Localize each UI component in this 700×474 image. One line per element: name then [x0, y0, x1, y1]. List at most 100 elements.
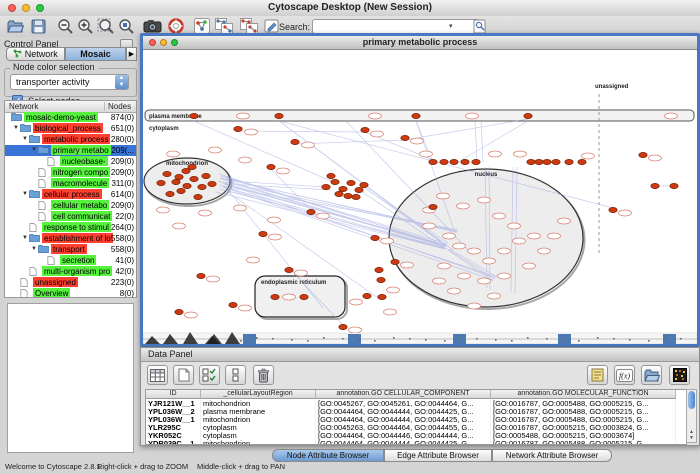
notes-button[interactable]: [587, 365, 608, 385]
svg-text:endoplasmic reticulum: endoplasmic reticulum: [261, 280, 326, 286]
tree-row-cell-communicat[interactable]: cell communicat22(0): [5, 211, 136, 222]
zoom-out-button[interactable]: [55, 17, 75, 35]
app-title: Cytoscape Desktop (New Session): [0, 2, 700, 13]
table-row-YPL036W__1-cell-1[interactable]: mitochondrion: [201, 416, 316, 424]
table-row-YPL036W__2-cell-0[interactable]: YPL036W__2: [146, 408, 201, 416]
search-input[interactable]: [312, 19, 480, 34]
table-row-YJR121W__1-cell-0[interactable]: YJR121W__1: [146, 400, 201, 408]
tree-row-label: macromolecule: [51, 178, 109, 188]
tree-row-label: transport: [51, 244, 87, 254]
expand-arrow-icon[interactable]: ▼: [22, 235, 28, 241]
tree-row-primary-metabo[interactable]: ▼primary metabo209(...: [5, 145, 136, 156]
table-row-YLR295C-cell-3[interactable]: [GO:0016787, GO:0005215, GO:0003824, G..…: [491, 424, 676, 432]
table-row-YKR052C-cell-3[interactable]: [GO:0005488, GO:0005215, GO:0003674]: [491, 432, 676, 440]
tab-node-attribute-browser[interactable]: Node Attribute Browser: [272, 449, 384, 462]
zoom-selected-button[interactable]: [116, 17, 136, 35]
table-row-YDR039C__1-cell-1[interactable]: mitochondrion: [201, 440, 316, 445]
table-row-YLR295C-cell-0[interactable]: YLR295C: [146, 424, 201, 432]
expand-arrow-icon[interactable]: ▼: [13, 125, 19, 131]
tree-row-overview[interactable]: Overview8(0): [5, 288, 136, 298]
table-row-YDR039C__1-cell-0[interactable]: YDR039C__1: [146, 440, 201, 445]
table-row-YLR295C-cell-1[interactable]: cytoplasm: [201, 424, 316, 432]
zoom-in-button[interactable]: [75, 17, 95, 35]
tree-row-macromolecule[interactable]: macromolecule311(0): [5, 178, 136, 189]
mosaic-lower-panel: [7, 303, 134, 453]
tree-row-transport[interactable]: ▼transport558(0): [5, 244, 136, 255]
select-attributes-button[interactable]: [199, 365, 220, 385]
svg-text:f(x): f(x): [619, 371, 630, 380]
graph-svg[interactable]: plasma membranemitochondrionnucleusendop…: [143, 50, 697, 344]
folder-icon: [29, 135, 40, 143]
lifebuoy-icon: [168, 18, 184, 34]
network-canvas[interactable]: plasma membranemitochondrionnucleusendop…: [143, 50, 697, 344]
table-row-YKR052C-cell-2[interactable]: [GO:0044464, GO:0044446, GO:0044444, G..…: [316, 432, 491, 440]
node-color-dropdown[interactable]: transporter activity: [10, 74, 129, 90]
table-scrollbar[interactable]: ▲ ▼: [686, 389, 697, 443]
search-dropdown-arrow-icon[interactable]: ▾: [449, 22, 453, 30]
save-session-button[interactable]: [28, 17, 48, 35]
two-networks-blue-icon: [215, 18, 233, 35]
tree-row-response-to-stimul[interactable]: response to stimul264(0): [5, 222, 136, 233]
tab-network[interactable]: Network: [6, 47, 65, 61]
dropdown-arrows-icon[interactable]: ▲▼: [115, 75, 128, 89]
tree-row-cellular-process[interactable]: ▼cellular process614(0): [5, 189, 136, 200]
unselect-attributes-button[interactable]: [225, 365, 246, 385]
tree-row-label: cell communicat: [51, 211, 112, 221]
column-header-0[interactable]: ID: [146, 390, 201, 399]
table-row-YPL036W__2-cell-3[interactable]: [GO:0016787, GO:0005488, GO:0005215, G..…: [491, 408, 676, 416]
table-row-YPL036W__2-cell-2[interactable]: [GO:0044464, GO:0044444, GO:0044425, G..…: [316, 408, 491, 416]
tree-row-node-count: 8(0): [120, 288, 134, 298]
tab-overflow-arrow[interactable]: ▶: [126, 47, 137, 61]
tree-row-metabolic-process[interactable]: ▼metabolic process280(0): [5, 134, 136, 145]
delete-attribute-button[interactable]: [253, 365, 274, 385]
folder-icon: [11, 113, 22, 121]
folder-icon: [38, 146, 49, 154]
table-row-YKR052C-cell-1[interactable]: cytoplasm: [201, 432, 316, 440]
table-row-YLR295C-cell-2[interactable]: [GO:0045263, GO:0044464, GO:0044455, G..…: [316, 424, 491, 432]
formula-builder-button[interactable]: f(x): [614, 365, 635, 385]
tree-row-secretion[interactable]: secretion41(0): [5, 255, 136, 266]
zoom-fit-button[interactable]: [96, 17, 116, 35]
table-row-YJR121W__1-cell-1[interactable]: mitochondrion: [201, 400, 316, 408]
table-row-YPL036W__2-cell-1[interactable]: plasma membrane: [201, 408, 316, 416]
column-header-3[interactable]: annotation.GO MOLECULAR_FUNCTION: [491, 390, 676, 399]
expand-arrow-icon[interactable]: ▼: [22, 136, 28, 142]
tab-edge-attribute-browser[interactable]: Edge Attribute Browser: [384, 449, 492, 462]
open-session-button[interactable]: [5, 17, 25, 35]
file-icon: [20, 289, 28, 298]
table-row-YDR039C__1-cell-2[interactable]: [GO:0044464, GO:0044444, GO:0044425, G..…: [316, 440, 491, 445]
tab-network-attribute-browser[interactable]: Network Attribute Browser: [492, 449, 612, 462]
expand-arrow-icon[interactable]: ▼: [22, 191, 28, 197]
status-welcome: Welcome to Cytoscape 2.8.1: [5, 462, 101, 471]
tree-row-cellular-metabo[interactable]: cellular metabo209(0): [5, 200, 136, 211]
network-window-titlebar[interactable]: primary metabolic process: [143, 36, 697, 50]
import-attributes-button[interactable]: [641, 365, 662, 385]
tab-mosaic[interactable]: Mosaic: [65, 47, 126, 61]
table-row-YKR052C-cell-0[interactable]: YKR052C: [146, 432, 201, 440]
data-panel-titlebar[interactable]: Data Panel: [141, 348, 699, 362]
matrix-view-button[interactable]: [669, 365, 690, 385]
tree-row-nitrogen-compo[interactable]: nitrogen compo209(0): [5, 167, 136, 178]
tree-row-unassigned[interactable]: unassigned223(0): [5, 277, 136, 288]
new-page-icon: [178, 368, 190, 382]
table-row-YJR121W__1-cell-3[interactable]: [GO:0016787, GO:0005488, GO:0005215, G..…: [491, 400, 676, 408]
column-header-1[interactable]: _cellularLayoutRegion: [201, 390, 316, 399]
scrollbar-thumb[interactable]: [688, 391, 695, 409]
table-row-YPL036W__1-cell-0[interactable]: YPL036W__1: [146, 416, 201, 424]
table-row-YDR039C__1-cell-3[interactable]: [GO:0016787, GO:0005488, GO:0005215, G..…: [491, 440, 676, 445]
data-panel-window: Data Panel f(x) ID_cellularLayoutRegiona…: [140, 347, 700, 446]
tree-row-multi-organism-pro[interactable]: multi-organism pro42(0): [5, 266, 136, 277]
expand-arrow-icon[interactable]: ▼: [31, 246, 37, 252]
new-attribute-button[interactable]: [173, 365, 194, 385]
expand-arrow-icon[interactable]: ▼: [31, 147, 37, 153]
column-header-2[interactable]: annotation.GO CELLULAR_COMPONENT: [316, 390, 491, 399]
tree-row-mosaic-demo-yeast[interactable]: mosaic-demo-yeast874(0): [5, 112, 136, 123]
scroll-down-icon[interactable]: ▼: [687, 435, 696, 441]
tree-row-establishment-of-lo[interactable]: ▼establishment of lo558(0): [5, 233, 136, 244]
table-row-YPL036W__1-cell-3[interactable]: [GO:0016787, GO:0005488, GO:0005215, G..…: [491, 416, 676, 424]
tree-row-biological-process[interactable]: ▼biological_process651(0): [5, 123, 136, 134]
tree-row-nucleobase-[interactable]: nucleobase-209(0): [5, 156, 136, 167]
table-row-YPL036W__1-cell-2[interactable]: [GO:0044464, GO:0044444, GO:0044425, G..…: [316, 416, 491, 424]
attribute-table-button[interactable]: [147, 365, 168, 385]
table-row-YJR121W__1-cell-2[interactable]: [GO:0045267, GO:0045261, GO:0044464, G..…: [316, 400, 491, 408]
